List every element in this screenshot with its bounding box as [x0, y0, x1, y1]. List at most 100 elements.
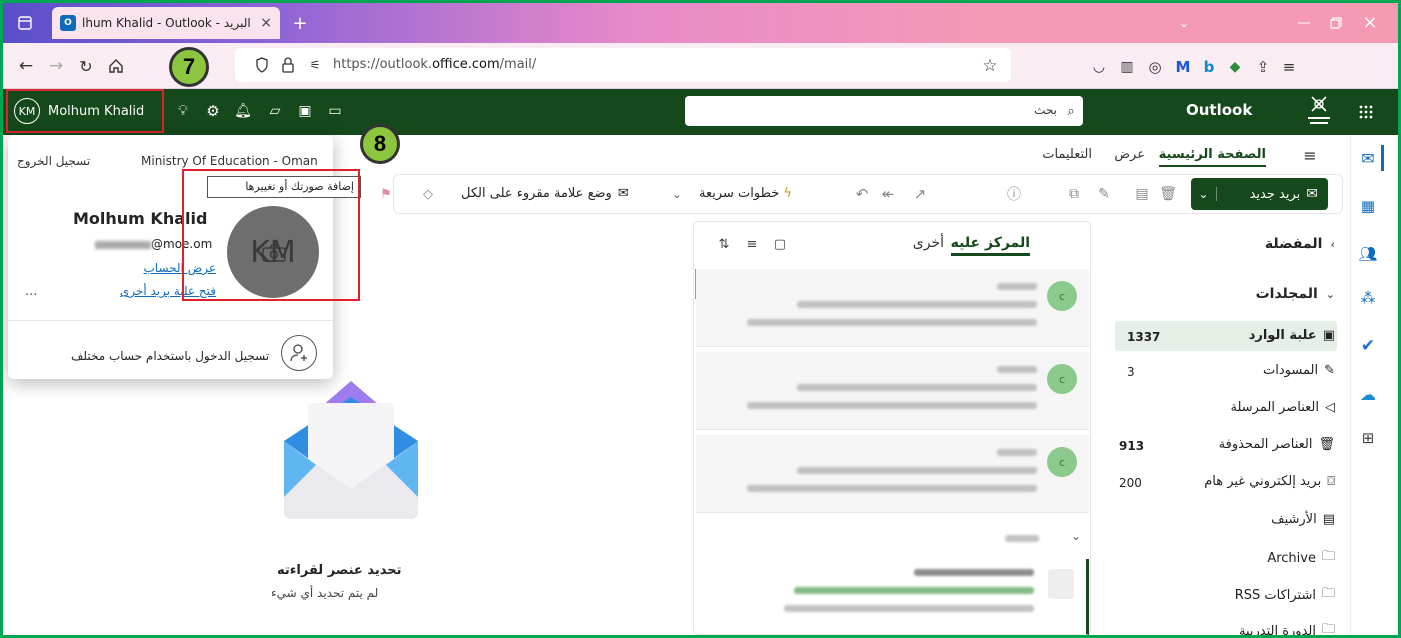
sign-out-link[interactable]: تسجيل الخروج — [17, 154, 90, 168]
mark-all-read-button[interactable]: ✉ وضع علامة مقروء على الكل — [461, 186, 629, 201]
folder-training[interactable]: 🗀 الدورة التدريبة — [1239, 620, 1335, 635]
search-input[interactable]: بحث — [685, 96, 1083, 126]
group-chevron-icon: ⌄ — [1070, 529, 1081, 543]
close-window-icon[interactable]: × — [1359, 12, 1381, 33]
folder-label: علبة الوارد — [1248, 328, 1317, 343]
folder-label: بريد إلكتروني غير هام — [1204, 474, 1322, 489]
back-arrow-icon[interactable]: ← — [15, 55, 37, 77]
subject-redacted — [797, 467, 1037, 474]
more-apps-icon[interactable]: ⊞ — [1357, 427, 1379, 449]
delete-icon[interactable]: 🗑︎ — [1157, 183, 1179, 205]
folder-drafts[interactable]: ✎ المسودات — [1263, 363, 1335, 378]
my-day-icon[interactable]: ▱ — [265, 101, 285, 121]
restore-window-icon[interactable] — [1325, 13, 1347, 33]
archive-icon[interactable]: ▤ — [1131, 183, 1153, 205]
preview-redacted — [747, 402, 1037, 409]
office-apps-icon[interactable]: ▣ — [295, 101, 315, 121]
bing-icon[interactable]: b — [1199, 57, 1219, 77]
select-icon[interactable]: ▢ — [771, 235, 789, 253]
empty-state-title: تحديد عنصر لقراءته — [277, 563, 402, 578]
report-icon[interactable]: ⓘ — [1003, 183, 1025, 205]
share-icon[interactable]: ⇪ — [1253, 57, 1273, 77]
tab-overflow-chevron-icon[interactable]: ⌄ — [1173, 13, 1195, 33]
forward-arrow-icon[interactable]: → — [45, 55, 67, 77]
filter-icon[interactable]: ≡ — [743, 235, 761, 253]
folders-header[interactable]: ⌄ المجلدات — [1256, 286, 1335, 302]
people-icon[interactable]: 👥︎ — [1357, 243, 1379, 265]
home-icon[interactable] — [105, 55, 127, 77]
feedback-icon[interactable]: ▭ — [325, 101, 345, 121]
shield-icon[interactable] — [253, 55, 271, 75]
new-mail-label: بريد جديد — [1249, 186, 1301, 202]
tab-focused[interactable]: المركز عليه — [950, 235, 1030, 256]
pocket-icon[interactable]: ◡ — [1089, 57, 1109, 77]
folder-label: اشتراكات RSS — [1234, 587, 1316, 603]
reply-icon[interactable]: ↶ — [851, 183, 873, 205]
minimize-window-icon[interactable]: — — [1293, 13, 1315, 33]
folder-archive-ar[interactable]: ▤ الأرشيف — [1271, 512, 1335, 527]
tab-list-icon[interactable] — [15, 13, 35, 33]
tab-help[interactable]: التعليمات — [1042, 147, 1092, 162]
sign-in-other-label[interactable]: تسجيل الدخول باستخدام حساب مختلف — [71, 349, 269, 363]
settings-gear-icon[interactable]: ⚙ — [203, 101, 223, 121]
url-text[interactable]: https://outlook.office.com/mail/ — [333, 57, 536, 72]
tab-view[interactable]: عرض — [1114, 147, 1145, 162]
onedrive-cloud-icon[interactable]: ☁ — [1357, 383, 1379, 405]
sort-icon[interactable]: ⇅ — [715, 235, 733, 253]
folder-junk[interactable]: ⌼ بريد إلكتروني غير هام — [1204, 474, 1335, 489]
list-item[interactable]: c — [696, 435, 1089, 513]
list-item[interactable]: c — [696, 269, 1089, 347]
notifications-bell-icon[interactable]: 🔔︎ — [233, 101, 253, 121]
new-mail-button[interactable]: ⌄ بريد جديد ✉ — [1191, 178, 1328, 210]
lock-icon[interactable] — [279, 55, 297, 75]
lightning-icon: ϟ — [783, 186, 792, 201]
list-item[interactable]: c — [696, 352, 1089, 430]
tag-icon[interactable]: ◇ — [417, 183, 439, 205]
new-tab-button[interactable]: + — [289, 13, 311, 34]
tab-home[interactable]: الصفحة الرئيسية — [1158, 147, 1266, 167]
add-person-icon[interactable] — [281, 335, 317, 371]
close-tab-icon[interactable]: × — [260, 15, 272, 31]
reply-all-icon[interactable]: ↞ — [877, 183, 899, 205]
list-item[interactable] — [696, 559, 1089, 635]
folder-inbox[interactable]: ▣ علبة الوارد — [1249, 328, 1335, 343]
organization-name: Ministry Of Education - Oman — [141, 154, 318, 168]
bookmark-star-icon[interactable]: ☆ — [979, 55, 1001, 77]
todo-check-icon[interactable]: ✔ — [1357, 335, 1379, 357]
menu-icon[interactable]: ≡ — [1279, 57, 1299, 77]
folder-rss[interactable]: 🗀 اشتراكات RSS — [1235, 584, 1335, 606]
account-button[interactable]: KM Molhum Khalid — [6, 89, 164, 133]
colorful-extension-icon[interactable]: ◆ — [1225, 57, 1245, 77]
folder-deleted[interactable]: 🗑︎ العناصر المحذوفة — [1219, 437, 1335, 452]
folder-archive[interactable]: 🗀 Archive — [1267, 547, 1335, 569]
group-label-redacted — [1005, 535, 1039, 542]
mail-icon[interactable]: ✉ — [1357, 147, 1379, 169]
calendar-icon[interactable]: ▦ — [1357, 195, 1379, 217]
search-icon[interactable]: ⌕ — [1063, 102, 1079, 120]
sweep-icon[interactable]: ✎ — [1093, 183, 1115, 205]
quick-steps-dropdown-icon[interactable]: ⌄ — [669, 183, 685, 205]
favorites-header[interactable]: › المفضلة — [1265, 236, 1335, 252]
new-mail-dropdown-icon[interactable]: ⌄ — [1191, 187, 1217, 201]
move-to-icon[interactable]: ⧉ — [1063, 183, 1085, 205]
tips-lightbulb-icon[interactable]: 💡︎ — [173, 101, 193, 121]
tab-other[interactable]: أخرى — [913, 235, 944, 251]
group-header[interactable]: ⌄ — [696, 521, 1089, 555]
highlight-box-photo — [182, 169, 360, 301]
folder-sent[interactable]: ◁ العناصر المرسلة — [1231, 400, 1336, 415]
sender-avatar: c — [1047, 447, 1077, 477]
app-launcher-icon[interactable] — [1355, 101, 1377, 123]
collapse-pane-icon[interactable]: ≡ — [1299, 145, 1321, 165]
forward-icon[interactable]: ↗ — [909, 183, 931, 205]
reload-icon[interactable]: ↻ — [75, 55, 97, 77]
groups-icon[interactable]: ⁂ — [1357, 287, 1379, 309]
quick-steps-button[interactable]: ϟ خطوات سريعة — [699, 186, 792, 201]
more-options-icon[interactable]: ... — [25, 284, 37, 299]
flag-icon[interactable]: ⚑ — [375, 183, 397, 205]
m-extension-icon[interactable]: M — [1173, 57, 1193, 77]
browser-tab[interactable]: O lhum Khalid - Outlook - البريد × — [52, 7, 280, 39]
extension-icon[interactable]: ◎ — [1145, 57, 1165, 77]
permissions-icon[interactable]: ⚟ — [305, 55, 325, 75]
reader-view-icon[interactable]: ▥ — [1117, 57, 1137, 77]
favorites-chevron-icon: › — [1330, 237, 1335, 251]
